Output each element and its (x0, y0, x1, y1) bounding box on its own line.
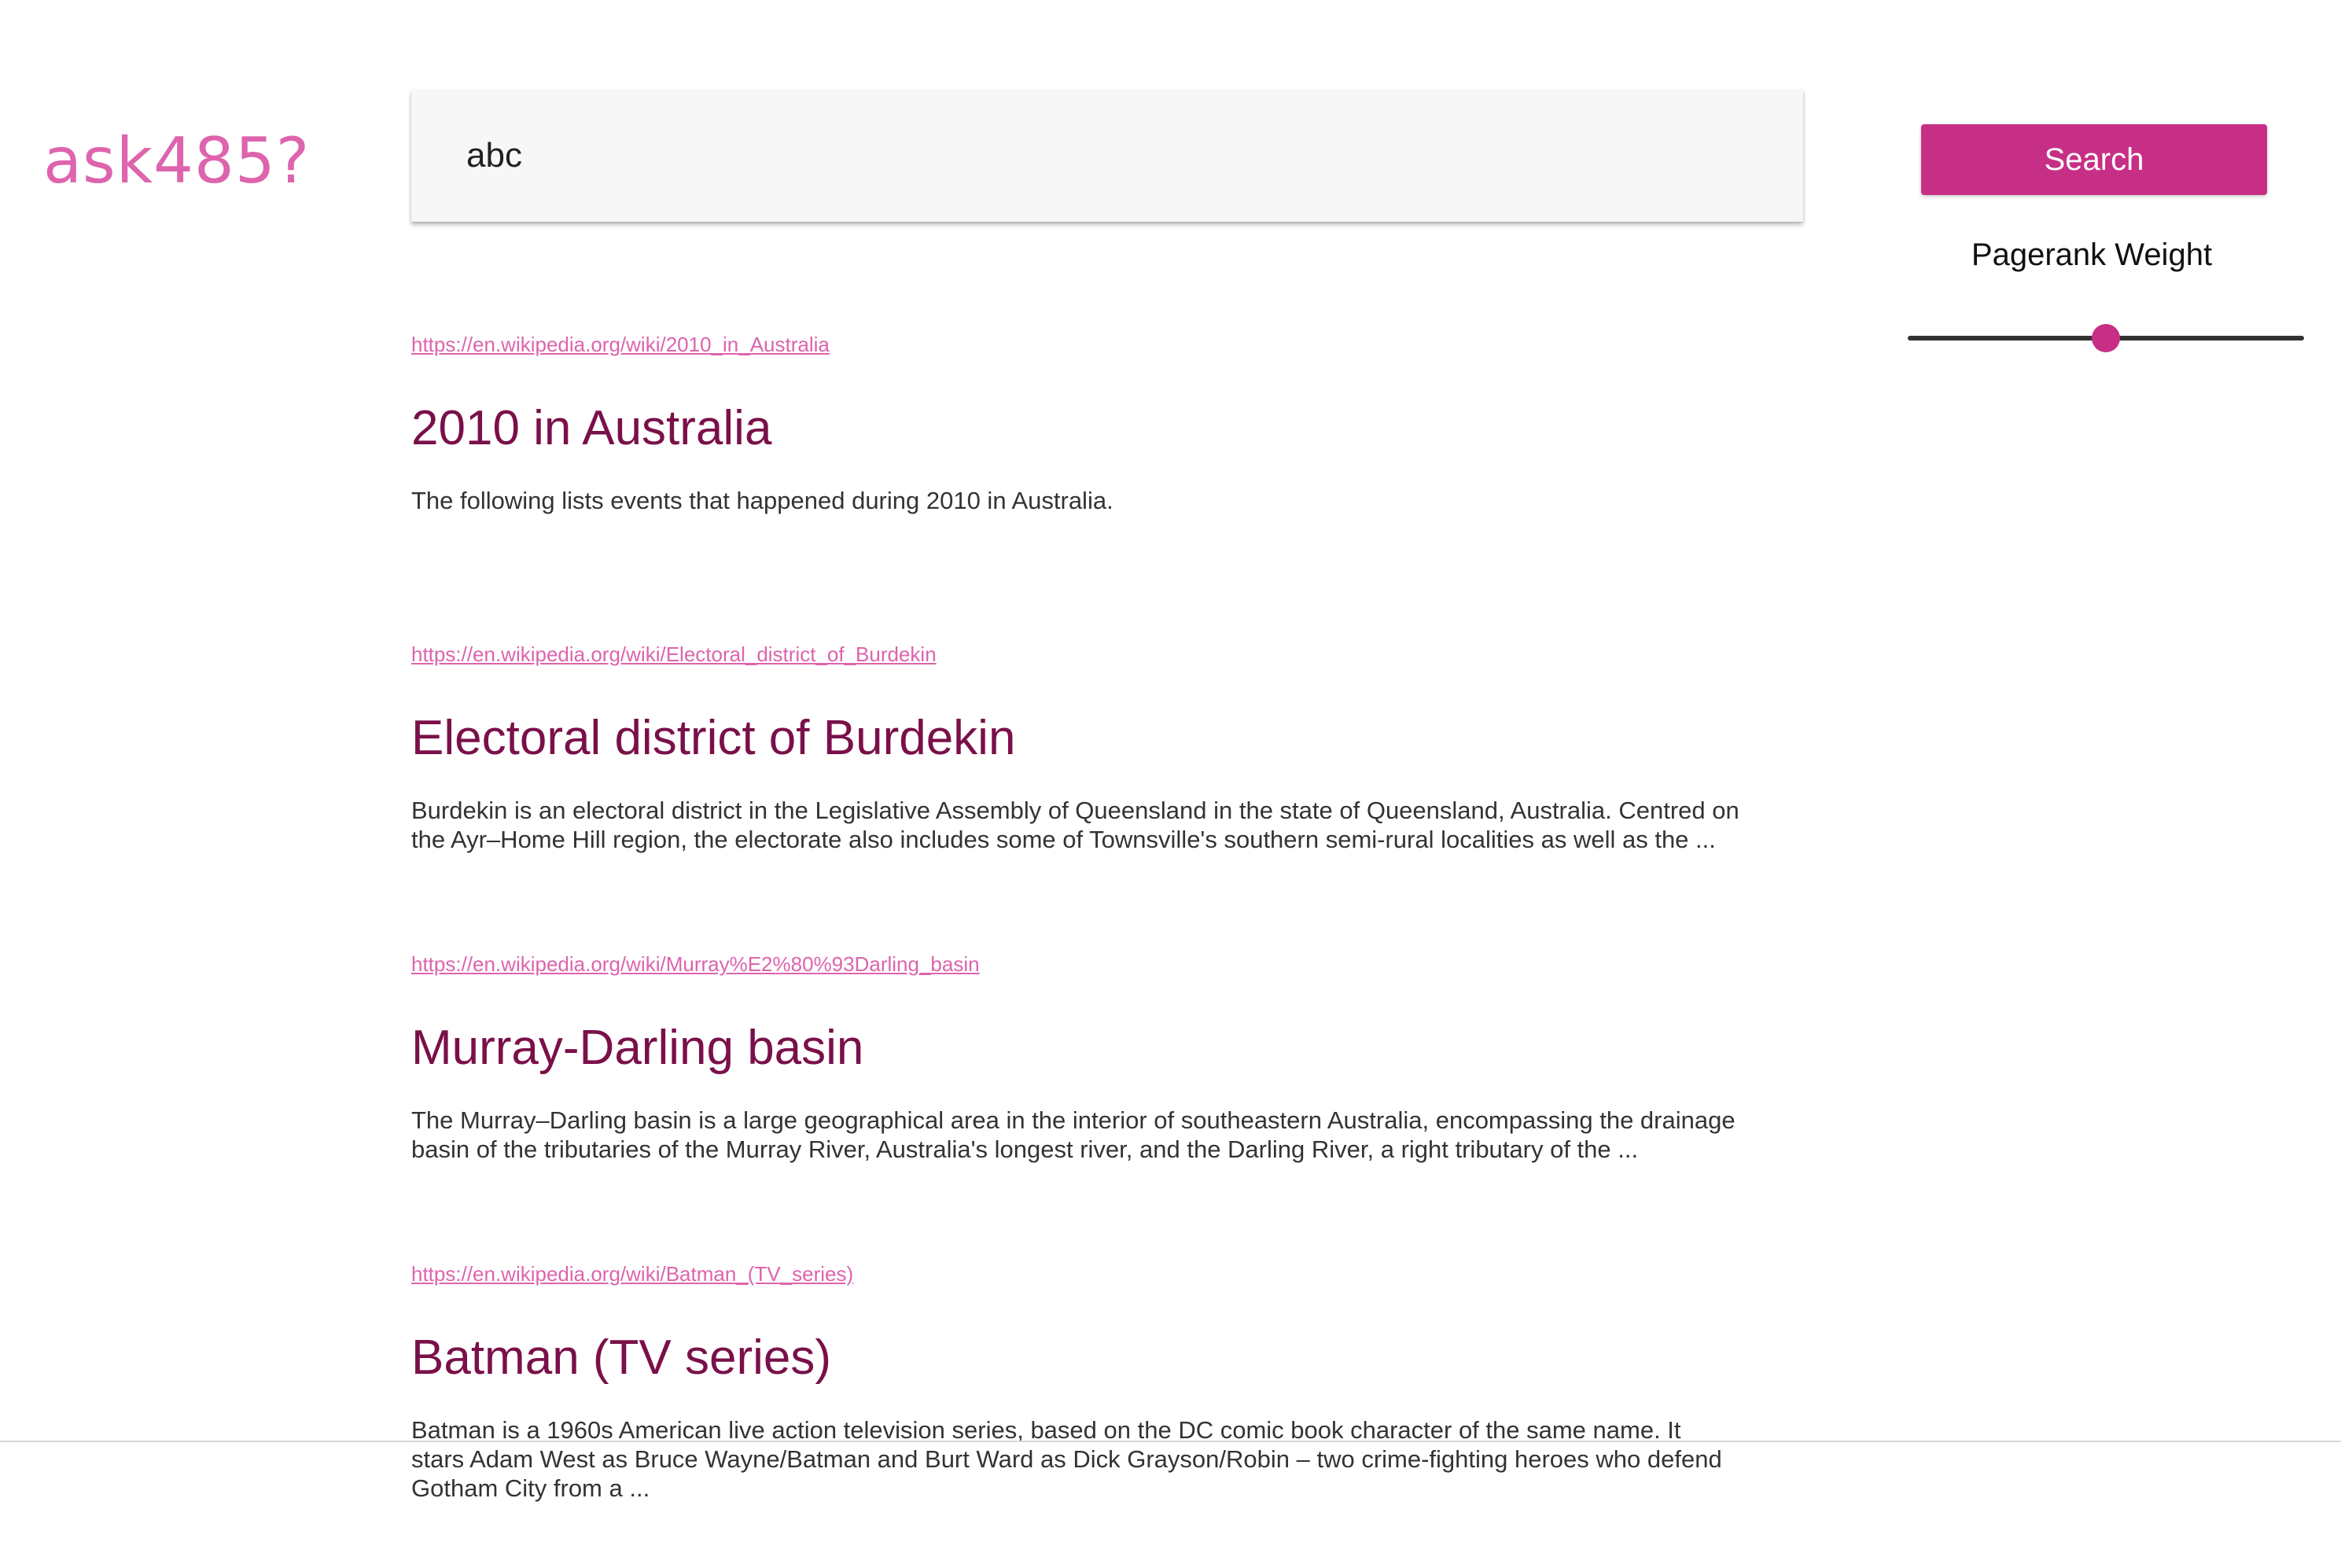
result-url-link[interactable]: https://en.wikipedia.org/wiki/Electoral_… (411, 639, 1748, 670)
bottom-divider (0, 1441, 2341, 1442)
pagerank-weight-label: Pagerank Weight (1971, 237, 2213, 272)
result-url-link[interactable]: https://en.wikipedia.org/wiki/Batman_(TV… (411, 1258, 1748, 1290)
result-title: Electoral district of Burdekin (411, 711, 1016, 765)
search-button[interactable]: Search (1921, 124, 2267, 195)
search-box (411, 90, 1803, 222)
result-title: Batman (TV series) (411, 1331, 832, 1385)
slider-thumb[interactable] (2092, 324, 2120, 352)
result-snippet: The following lists events that happened… (411, 487, 1113, 514)
result-snippet: Batman is a 1960s American live action t… (411, 1416, 1722, 1502)
result-snippet: The Murray–Darling basin is a large geog… (411, 1106, 1736, 1163)
result-item: https://en.wikipedia.org/wiki/2010_in_Au… (411, 329, 1748, 639)
result-title: 2010 in Australia (411, 401, 772, 455)
result-item: https://en.wikipedia.org/wiki/Electoral_… (411, 639, 1748, 948)
pagerank-weight-slider[interactable] (1908, 322, 2304, 354)
result-snippet: Burdekin is an electoral district in the… (411, 797, 1739, 853)
result-url-link[interactable]: https://en.wikipedia.org/wiki/2010_in_Au… (411, 329, 1748, 360)
app-logo: ask485? (43, 124, 311, 197)
result-url-link[interactable]: https://en.wikipedia.org/wiki/Murray%E2%… (411, 948, 1748, 980)
result-item: https://en.wikipedia.org/wiki/Batman_(TV… (411, 1258, 1748, 1568)
result-title: Murray-Darling basin (411, 1021, 864, 1075)
results-list: https://en.wikipedia.org/wiki/2010_in_Au… (411, 329, 1748, 1568)
result-item: https://en.wikipedia.org/wiki/Murray%E2%… (411, 948, 1748, 1258)
search-input[interactable] (466, 90, 1764, 222)
